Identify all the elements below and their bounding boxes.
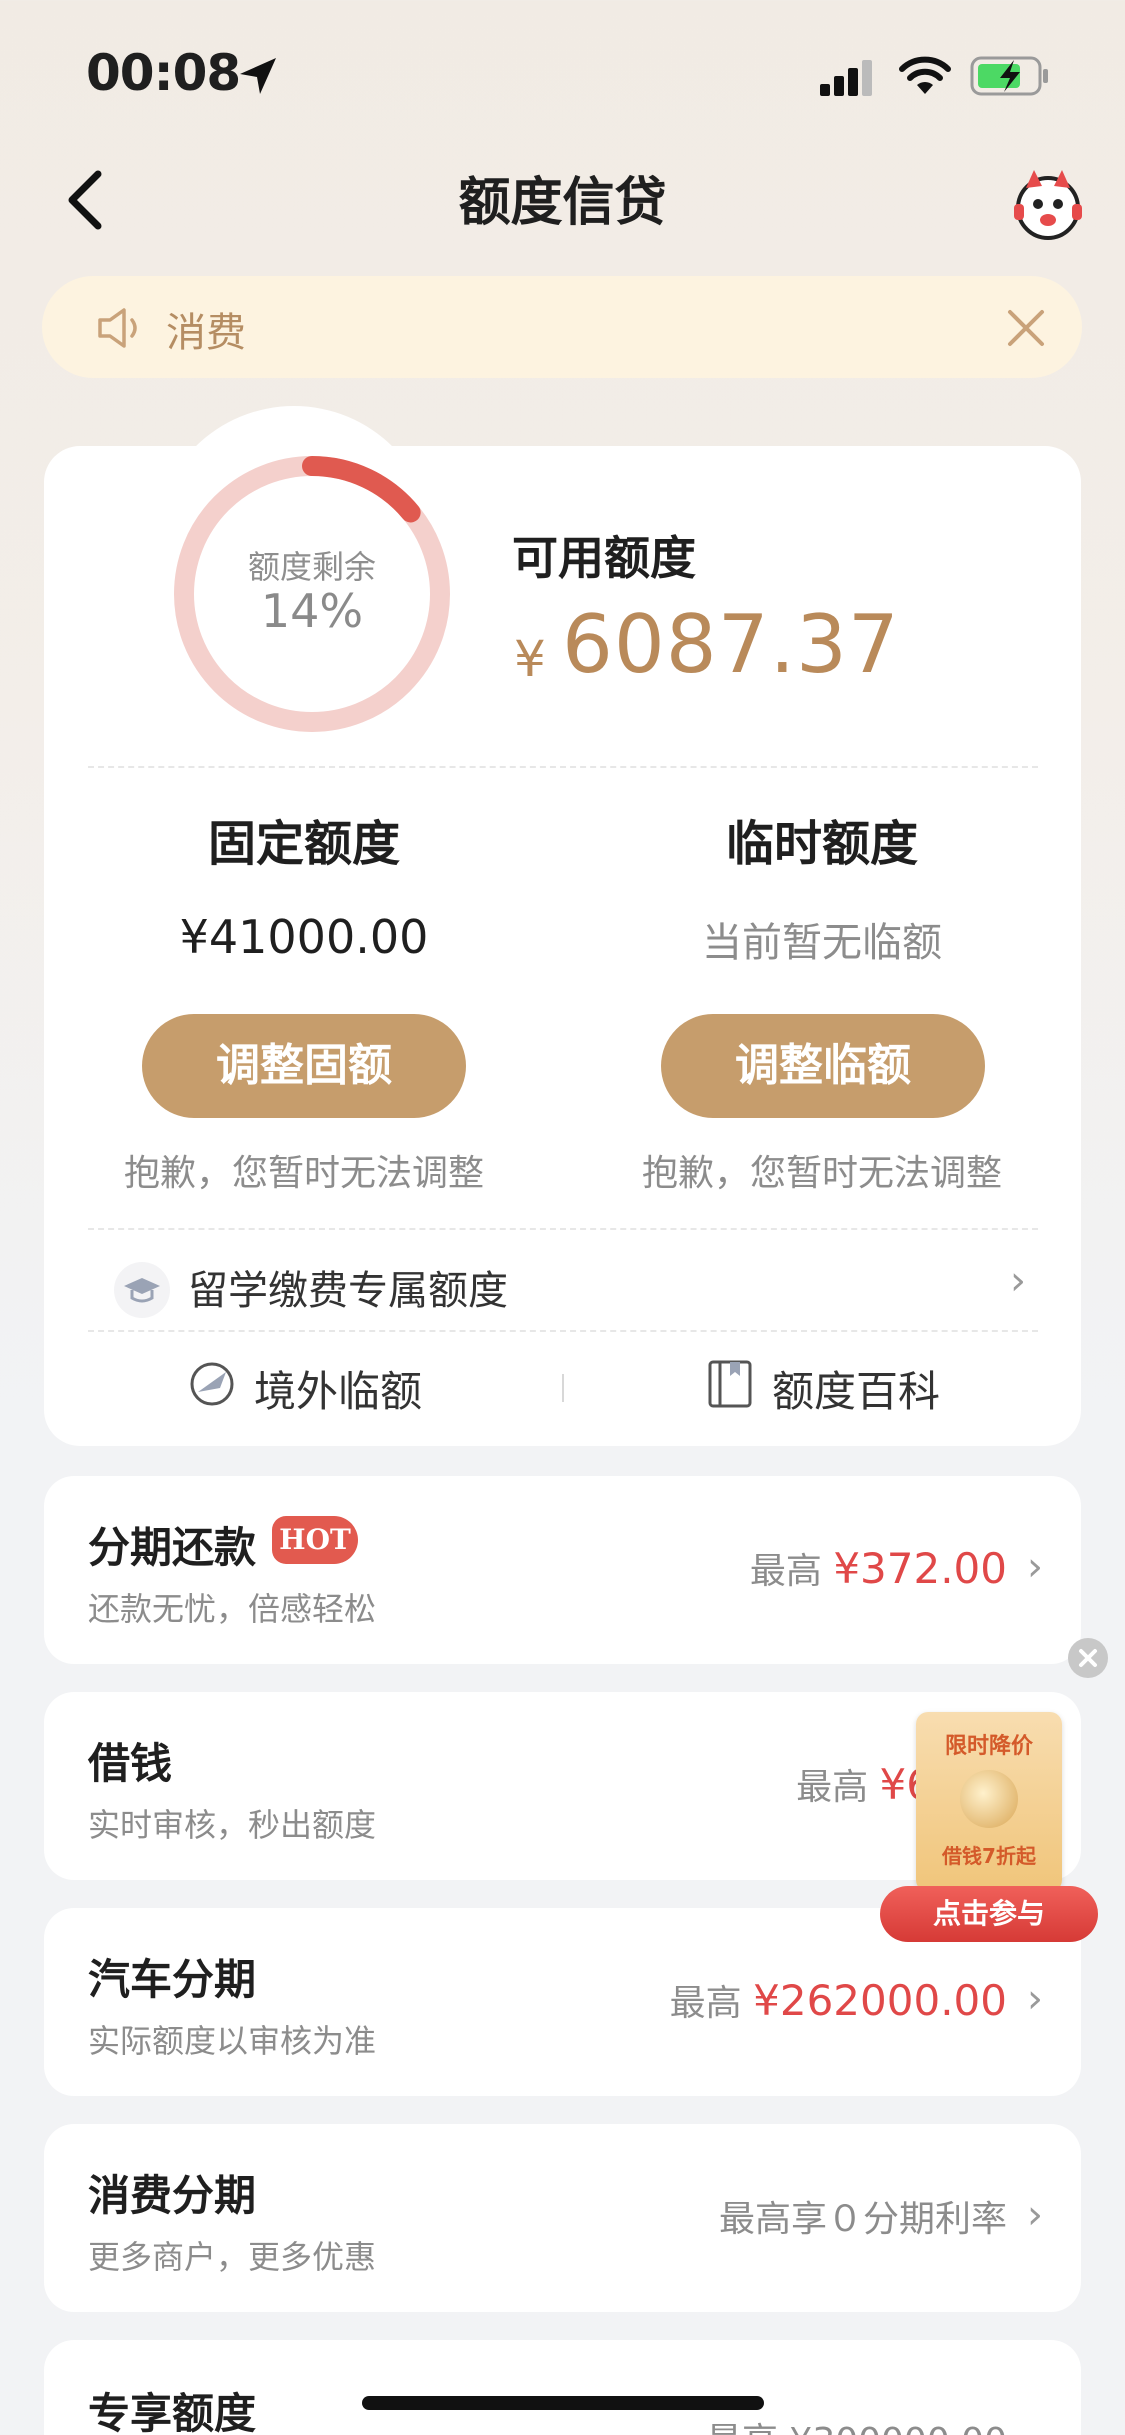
- wifi-icon: [899, 56, 951, 94]
- list-item-prefix: 最高 ¥300000.00: [706, 2421, 1007, 2435]
- temp-credit-value: 当前暂无临额: [702, 920, 942, 966]
- status-time: 00:08: [86, 44, 241, 102]
- adjust-fixed-button[interactable]: 调整固额: [142, 1014, 466, 1118]
- credit-wiki-label: 额度百科: [772, 1367, 941, 1416]
- list-item-right: 最高 ¥372.00: [750, 1542, 1007, 1594]
- divider: [88, 1228, 1038, 1230]
- list-item-prefix: 最高: [796, 1767, 869, 1808]
- list-item-title: 消费分期: [88, 2171, 257, 2220]
- temp-credit-title: 临时额度: [725, 816, 918, 872]
- promo-line2: 借钱7折起: [942, 1844, 1036, 1868]
- promo-join-button[interactable]: 点击参与: [880, 1886, 1098, 1942]
- notice-text: 消费: [166, 310, 246, 356]
- credit-card-panel: 额度剩余 14% 可用额度 ¥ 6087.37 固定额度 ¥41000.00 调…: [44, 406, 1081, 1446]
- promo-close-button[interactable]: [1068, 1638, 1108, 1678]
- list-item-amount: ¥372.00: [833, 1544, 1007, 1593]
- list-item-installment-repay[interactable]: 分期还款 HOT 还款无忧，倍感轻松 最高 ¥372.00 ›: [44, 1476, 1081, 1664]
- list-item-exclusive-credit[interactable]: 专享额度 最高 ¥300000.00: [44, 2340, 1081, 2435]
- study-abroad-label: 留学缴费专属额度: [188, 1268, 508, 1314]
- close-icon: [1079, 1649, 1097, 1667]
- hot-badge: HOT: [272, 1516, 358, 1564]
- fixed-credit-note: 抱歉，您暂时无法调整: [123, 1153, 484, 1194]
- coin-icon: [960, 1770, 1018, 1828]
- list-item-amount: ¥262000.00: [753, 1976, 1007, 2025]
- currency-symbol: ¥: [514, 630, 546, 688]
- available-credit-title: 可用额度: [512, 531, 696, 585]
- list-item-right: 最高 ¥6: [796, 1758, 933, 1810]
- fixed-credit-value: ¥41000.00: [179, 910, 429, 964]
- ring-percent: 14%: [260, 584, 364, 638]
- graduation-cap-icon: [114, 1262, 170, 1318]
- list-item-consumer-installment[interactable]: 消费分期 更多商户，更多优惠 最高享０分期利率 ›: [44, 2124, 1081, 2312]
- page-title: 额度信贷: [458, 173, 667, 233]
- fixed-credit-title: 固定额度: [207, 816, 400, 872]
- speaker-icon: [98, 308, 137, 348]
- list-item-title: 借钱: [88, 1739, 173, 1788]
- list-item-title: 专享额度: [88, 2389, 257, 2435]
- list-item-prefix: 最高享０分期利率: [718, 2199, 1007, 2240]
- temp-credit-note: 抱歉，您暂时无法调整: [641, 1153, 1002, 1194]
- battery-icon: [970, 56, 1048, 96]
- chevron-right-icon: ›: [1027, 1976, 1043, 2022]
- list-item-right: 最高 ¥300000.00: [706, 2412, 1007, 2435]
- book-icon: [708, 1360, 752, 1408]
- list-item-right: 最高 ¥262000.00: [670, 1974, 1007, 2026]
- overseas-temp-credit-link[interactable]: 境外临额: [186, 1346, 486, 1426]
- promo-envelope[interactable]: 限时降价 借钱7折起: [916, 1712, 1062, 1892]
- list-item-subtitle: 还款无忧，倍感轻松: [88, 1590, 377, 1628]
- separator: [562, 1374, 564, 1402]
- adjust-temp-button[interactable]: 调整临额: [661, 1014, 985, 1118]
- list-item-subtitle: 更多商户，更多优惠: [88, 2238, 377, 2276]
- list-item-title: 分期还款: [88, 1523, 257, 1572]
- chevron-right-icon: ›: [1027, 1544, 1043, 1590]
- chevron-right-icon: ›: [1027, 2192, 1043, 2238]
- list-item-prefix: 最高: [669, 1983, 742, 2024]
- promo-line1: 限时降价: [944, 1734, 1033, 1759]
- mascot-avatar-icon[interactable]: [1008, 164, 1088, 244]
- list-item-right: 最高享０分期利率: [719, 2190, 1007, 2242]
- list-item-subtitle: 实时审核，秒出额度: [88, 1806, 377, 1844]
- chevron-right-icon: ›: [1010, 1258, 1026, 1304]
- divider: [88, 766, 1038, 768]
- divider: [88, 1330, 1038, 1332]
- list-item-title: 汽车分期: [88, 1955, 257, 2004]
- plane-globe-icon: [190, 1362, 234, 1406]
- credit-wiki-link[interactable]: 额度百科: [706, 1346, 1006, 1426]
- study-abroad-row[interactable]: 留学缴费专属额度 ›: [44, 1236, 1081, 1324]
- notice-bar[interactable]: 消费: [42, 276, 1082, 378]
- ring-label: 额度剩余: [247, 548, 376, 586]
- cellular-signal-icon: [820, 60, 872, 96]
- close-icon[interactable]: [1002, 304, 1050, 352]
- list-item-subtitle: 实际额度以审核为准: [88, 2022, 377, 2060]
- location-arrow-icon: [240, 58, 276, 94]
- overseas-temp-credit-label: 境外临额: [254, 1367, 423, 1416]
- list-item-prefix: 最高: [749, 1551, 822, 1592]
- home-indicator: [362, 2396, 764, 2410]
- available-credit-amount: 6087.37: [562, 598, 900, 691]
